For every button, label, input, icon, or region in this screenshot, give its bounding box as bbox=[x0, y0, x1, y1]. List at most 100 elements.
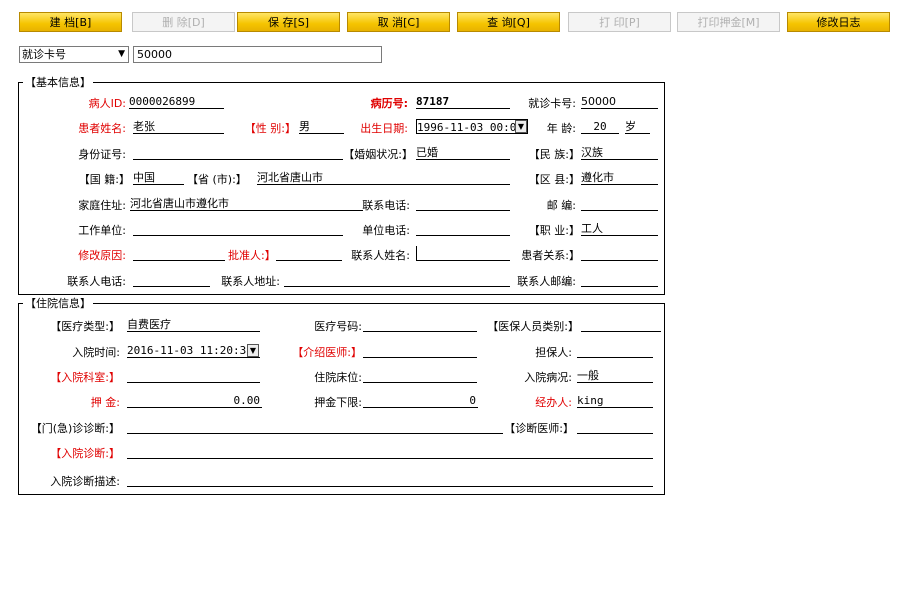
work-label: 工作单位: bbox=[78, 224, 126, 237]
work-phone-label: 单位电话: bbox=[362, 224, 410, 237]
address-label: 家庭住址: bbox=[78, 199, 126, 212]
record-no-field[interactable]: 87187 bbox=[416, 94, 510, 109]
search-type-select[interactable]: 就诊卡号 ▼ bbox=[19, 46, 129, 63]
outpatient-diag-label: 【门(急)诊诊断:】 bbox=[30, 422, 120, 435]
handler-label: 经办人: bbox=[535, 396, 572, 409]
guarantor-label: 担保人: bbox=[535, 346, 572, 359]
card-no-field[interactable]: 50000 bbox=[581, 94, 658, 109]
nation-field[interactable]: 汉族 bbox=[581, 145, 658, 160]
birth-field[interactable]: 1996-11-03 00:00 bbox=[416, 119, 528, 134]
age-label: 年 龄: bbox=[546, 122, 576, 135]
referrer-field[interactable] bbox=[363, 343, 477, 358]
job-label: 【职 业:】 bbox=[528, 224, 580, 237]
diag-doctor-field[interactable] bbox=[577, 419, 653, 434]
delete-button[interactable]: 删 除[D] bbox=[132, 12, 235, 32]
save-button[interactable]: 保 存[S] bbox=[237, 12, 340, 32]
deposit-min-label: 押金下限: bbox=[314, 396, 362, 409]
med-no-field[interactable] bbox=[363, 317, 477, 332]
sex-label: 【性 别:】 bbox=[244, 122, 296, 135]
relation-field[interactable] bbox=[581, 246, 658, 261]
sex-field[interactable]: 男 bbox=[299, 119, 344, 134]
relation-label: 患者关系:】 bbox=[521, 249, 580, 262]
birth-label: 出生日期: bbox=[360, 122, 408, 135]
referrer-label: 【介绍医师:】 bbox=[292, 346, 362, 359]
admit-desc-label: 入院诊断描述: bbox=[50, 475, 120, 488]
marital-label: 【婚姻状况:】 bbox=[343, 148, 413, 161]
job-field[interactable]: 工人 bbox=[581, 221, 658, 236]
insurance-label: 【医保人员类别:】 bbox=[487, 320, 579, 333]
deposit-field[interactable]: 0.00 bbox=[127, 393, 262, 408]
admit-desc-field[interactable] bbox=[127, 472, 653, 487]
age-field[interactable]: 20 bbox=[581, 119, 619, 134]
province-label: 【省 (市):】 bbox=[187, 173, 247, 186]
phone-field[interactable] bbox=[416, 196, 510, 211]
contact-zip-field[interactable] bbox=[581, 272, 658, 287]
contact-name-label: 联系人姓名: bbox=[351, 249, 410, 262]
contact-phone-label: 联系人电话: bbox=[67, 275, 126, 288]
admit-time-label: 入院时间: bbox=[72, 346, 120, 359]
insurance-field[interactable] bbox=[581, 317, 661, 332]
med-type-field[interactable]: 自费医疗 bbox=[127, 317, 260, 332]
admit-diag-label: 【入院诊断:】 bbox=[50, 447, 120, 460]
country-field[interactable]: 中国 bbox=[133, 170, 184, 185]
print-deposit-button[interactable]: 打印押金[M] bbox=[677, 12, 780, 32]
age-unit: 岁 bbox=[625, 119, 650, 134]
reason-label: 修改原因: bbox=[78, 249, 126, 262]
record-no-label: 病历号: bbox=[370, 97, 408, 110]
bed-label: 住院床位: bbox=[314, 371, 362, 384]
contact-phone-field[interactable] bbox=[133, 272, 210, 287]
id-field[interactable] bbox=[133, 145, 343, 160]
province-field[interactable]: 河北省唐山市 bbox=[257, 170, 510, 185]
country-label: 【国 籍:】 bbox=[78, 173, 130, 186]
bed-field[interactable] bbox=[363, 368, 477, 383]
contact-addr-label: 联系人地址: bbox=[221, 275, 280, 288]
inpatient-info-legend: 【住院信息】 bbox=[25, 297, 91, 310]
dept-field[interactable] bbox=[127, 368, 260, 383]
patient-id-field[interactable]: 0000026899 bbox=[129, 94, 224, 109]
print-button[interactable]: 打 印[P] bbox=[568, 12, 671, 32]
contact-zip-label: 联系人邮编: bbox=[517, 275, 576, 288]
district-field[interactable]: 遵化市 bbox=[581, 170, 658, 185]
deposit-min-field[interactable]: 0 bbox=[363, 393, 478, 408]
work-phone-field[interactable] bbox=[416, 221, 510, 236]
handler-field[interactable]: king bbox=[577, 393, 653, 408]
approver-field[interactable] bbox=[276, 246, 342, 261]
dropdown-arrow-icon[interactable]: ▼ bbox=[515, 120, 527, 133]
approver-label: 批准人:】 bbox=[228, 249, 276, 262]
dropdown-arrow-icon[interactable]: ▼ bbox=[247, 344, 259, 357]
med-type-label: 【医疗类型:】 bbox=[50, 320, 120, 333]
marital-field[interactable]: 已婚 bbox=[416, 145, 510, 160]
cancel-button[interactable]: 取 消[C] bbox=[347, 12, 450, 32]
patient-id-label: 病人ID: bbox=[88, 97, 126, 110]
nation-label: 【民 族:】 bbox=[528, 148, 580, 161]
build-button[interactable]: 建 档[B] bbox=[19, 12, 122, 32]
chevron-down-icon: ▼ bbox=[118, 49, 125, 59]
search-input[interactable]: 50000 bbox=[133, 46, 382, 63]
district-label: 【区 县:】 bbox=[528, 173, 580, 186]
guarantor-field[interactable] bbox=[577, 343, 653, 358]
admit-diag-field[interactable] bbox=[127, 444, 653, 459]
contact-name-field[interactable] bbox=[416, 246, 510, 261]
contact-addr-field[interactable] bbox=[284, 272, 510, 287]
med-no-label: 医疗号码: bbox=[314, 320, 362, 333]
diag-doctor-label: 【诊断医师:】 bbox=[504, 422, 574, 435]
modify-log-button[interactable]: 修改日志 bbox=[787, 12, 890, 32]
deposit-label: 押 金: bbox=[90, 396, 120, 409]
card-no-label: 就诊卡号: bbox=[528, 97, 576, 110]
address-field[interactable]: 河北省唐山市遵化市 bbox=[130, 196, 363, 211]
zip-label: 邮 编: bbox=[546, 199, 576, 212]
work-field[interactable] bbox=[133, 221, 343, 236]
outpatient-diag-field[interactable] bbox=[127, 419, 503, 434]
admit-time-field[interactable]: 2016-11-03 11:20:38 bbox=[127, 343, 260, 358]
dept-label: 【入院科室:】 bbox=[50, 371, 120, 384]
query-button[interactable]: 查 询[Q] bbox=[457, 12, 560, 32]
phone-label: 联系电话: bbox=[362, 199, 410, 212]
name-field[interactable]: 老张 bbox=[133, 119, 224, 134]
condition-label: 入院病况: bbox=[524, 371, 572, 384]
zip-field[interactable] bbox=[581, 196, 658, 211]
reason-field[interactable] bbox=[133, 246, 225, 261]
search-type-value: 就诊卡号 bbox=[22, 48, 66, 61]
basic-info-legend: 【基本信息】 bbox=[25, 76, 91, 89]
name-label: 患者姓名: bbox=[78, 122, 126, 135]
condition-field[interactable]: 一般 bbox=[577, 368, 653, 383]
